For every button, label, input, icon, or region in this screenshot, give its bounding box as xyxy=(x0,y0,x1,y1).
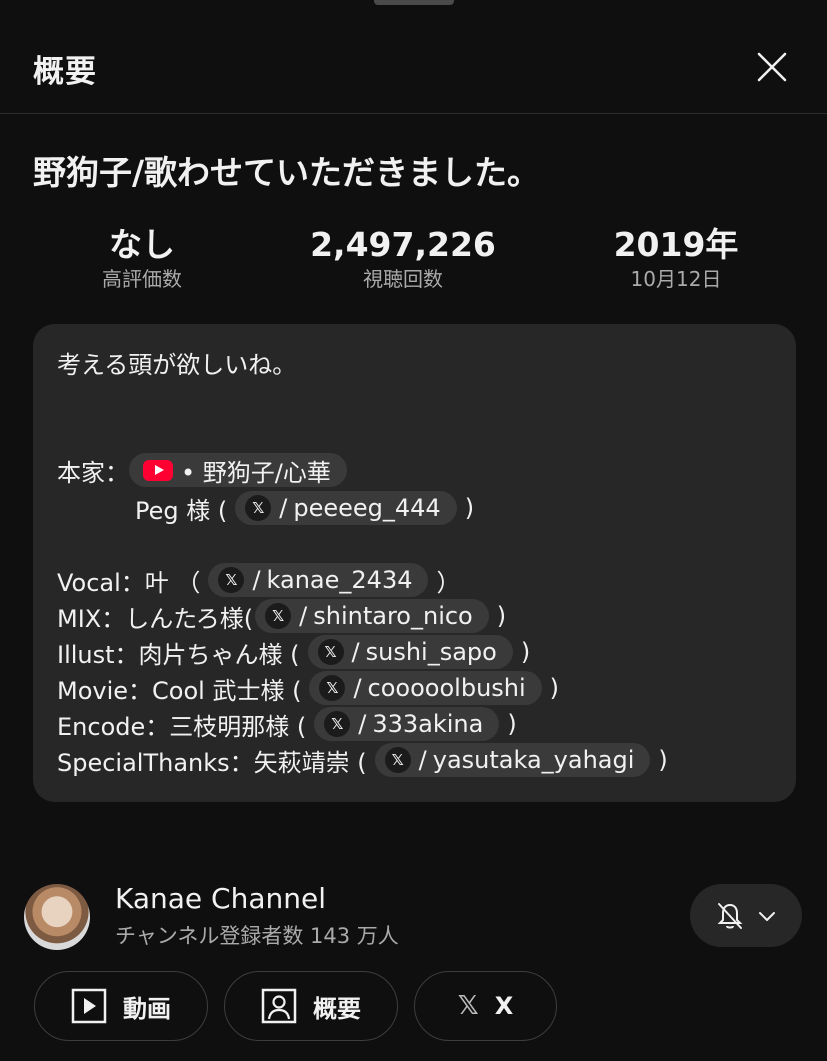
credit-line: Vocal：叶 （ 𝕏 / kanae_2434 ） xyxy=(57,563,460,597)
credit-peg: Peg 様 ( 𝕏 / peeeeg_444 ) xyxy=(135,491,474,525)
chip-separator: / xyxy=(252,566,261,594)
chip-separator: / xyxy=(418,746,427,774)
credit-handle: kanae_2434 xyxy=(266,566,413,594)
channel-name[interactable]: Kanae Channel xyxy=(115,882,326,915)
credit-handle: 333akina xyxy=(372,710,484,738)
stat-views: 2,497,226 視聴回数 xyxy=(292,224,514,292)
credit-role: Vocal：叶 （ xyxy=(57,568,201,597)
x-logo-icon: 𝕏 xyxy=(218,567,245,593)
video-title: 野狗子/歌わせていただきました。 xyxy=(33,153,541,192)
peg-link-chip[interactable]: 𝕏 / peeeeg_444 xyxy=(235,491,457,525)
sheet-title: 概要 xyxy=(33,54,97,90)
credit-link-chip[interactable]: 𝕏 / shintaro_nico xyxy=(255,599,489,633)
credit-line: MIX：しんたろ様( 𝕏 / shintaro_nico ) xyxy=(57,599,506,633)
play-box-icon xyxy=(71,988,107,1024)
credit-role: SpecialThanks：矢萩靖崇 ( xyxy=(57,748,367,777)
honke-link-text: • 野狗子/心華 xyxy=(181,458,331,487)
description-box: 考える頭が欲しいね。 本家： • 野狗子/心華 Peg 様 ( 𝕏 / peee… xyxy=(33,324,796,802)
credit-line: SpecialThanks：矢萩靖崇 ( 𝕏 / yasutaka_yahagi… xyxy=(57,743,668,777)
credit-handle: cooooolbushi xyxy=(367,674,526,702)
x-logo-icon: 𝕏 xyxy=(384,747,411,773)
credit-link-chip[interactable]: 𝕏 / kanae_2434 xyxy=(208,563,429,597)
stat-date: 2019年 10月12日 xyxy=(580,224,772,292)
credit-link-chip[interactable]: 𝕏 / sushi_sapo xyxy=(307,635,513,669)
date-year: 2019年 xyxy=(613,225,739,264)
credit-link-chip[interactable]: 𝕏 / yasutaka_yahagi xyxy=(374,743,651,777)
x-logo-icon: 𝕏 xyxy=(319,675,346,701)
peg-handle: peeeeg_444 xyxy=(293,494,441,522)
channel-row: Kanae Channel チャンネル登録者数 143 万人 xyxy=(24,882,804,950)
credit-line: Movie：Cool 武士様 ( 𝕏 / cooooolbushi ) xyxy=(57,671,559,705)
credit-honke: 本家： • 野狗子/心華 xyxy=(57,453,355,487)
x-logo-icon: 𝕏 xyxy=(324,711,351,737)
close-icon xyxy=(757,52,787,82)
video-stats: なし 高評価数 2,497,226 視聴回数 2019年 10月12日 xyxy=(0,224,827,304)
honke-link-chip[interactable]: • 野狗子/心華 xyxy=(129,453,347,487)
credit-close-paren: ) xyxy=(507,710,517,738)
credit-role: Encode：三枝明那様 ( xyxy=(57,712,307,741)
credit-close-paren: ) xyxy=(658,746,668,774)
credit-close-paren: ） xyxy=(436,568,461,597)
chip-separator: / xyxy=(353,674,362,702)
x-logo-icon: 𝕏 xyxy=(457,991,479,1021)
credit-handle: sushi_sapo xyxy=(365,638,497,666)
likes-value: なし xyxy=(109,225,175,264)
notification-button[interactable] xyxy=(690,884,802,947)
about-label: 概要 xyxy=(313,994,361,1023)
channel-actions: 動画 概要 𝕏 X xyxy=(34,971,794,1041)
views-value: 2,497,226 xyxy=(310,225,496,264)
peg-close-paren: ) xyxy=(464,494,475,522)
channel-avatar[interactable] xyxy=(24,884,90,950)
credit-role: Movie：Cool 武士様 ( xyxy=(57,676,302,705)
credit-close-paren: ) xyxy=(549,674,560,702)
videos-label: 動画 xyxy=(123,994,171,1023)
x-logo-icon: 𝕏 xyxy=(265,603,292,629)
x-label: X xyxy=(494,992,514,1020)
about-button[interactable]: 概要 xyxy=(224,971,398,1041)
credit-role: MIX：しんたろ様( xyxy=(57,604,254,633)
x-logo-icon: 𝕏 xyxy=(245,495,272,521)
credit-handle: yasutaka_yahagi xyxy=(432,746,635,774)
chevron-down-icon xyxy=(759,911,775,921)
subscriber-count: チャンネル登録者数 143 万人 xyxy=(115,924,399,948)
credit-role: Illust：肉片ちゃん様 ( xyxy=(57,640,300,669)
about-sheet: 概要 野狗子/歌わせていただきました。 なし 高評価数 2,497,226 視聴… xyxy=(0,0,827,1061)
stat-likes: なし 高評価数 xyxy=(56,224,228,292)
person-box-icon xyxy=(261,988,297,1024)
chip-separator: / xyxy=(279,494,288,522)
videos-button[interactable]: 動画 xyxy=(34,971,208,1041)
peg-label: Peg 様 ( xyxy=(135,496,228,525)
chip-separator: / xyxy=(358,710,367,738)
youtube-icon xyxy=(143,459,173,481)
close-button[interactable] xyxy=(749,44,795,90)
drag-handle[interactable] xyxy=(374,0,454,5)
chip-separator: / xyxy=(351,638,360,666)
description-text: 考える頭が欲しいね。 xyxy=(57,350,297,379)
bell-off-icon xyxy=(717,902,743,929)
likes-label: 高評価数 xyxy=(102,267,182,291)
x-link-button[interactable]: 𝕏 X xyxy=(414,971,557,1041)
credit-line: Illust：肉片ちゃん様 ( 𝕏 / sushi_sapo ) xyxy=(57,635,530,669)
date-day: 10月12日 xyxy=(630,267,722,291)
credit-link-chip[interactable]: 𝕏 / 333akina xyxy=(314,707,500,741)
chip-separator: / xyxy=(299,602,308,630)
credit-close-paren: ) xyxy=(520,638,531,666)
x-logo-icon: 𝕏 xyxy=(317,639,344,665)
sheet-header: 概要 xyxy=(0,22,827,114)
honke-label: 本家： xyxy=(57,458,129,487)
views-label: 視聴回数 xyxy=(363,267,443,291)
description-line: 考える頭が欲しいね。 xyxy=(57,345,296,379)
credit-link-chip[interactable]: 𝕏 / cooooolbushi xyxy=(309,671,542,705)
credit-close-paren: ) xyxy=(496,602,507,630)
credit-handle: shintaro_nico xyxy=(313,602,473,630)
credit-line: Encode：三枝明那様 ( 𝕏 / 333akina ) xyxy=(57,707,517,741)
